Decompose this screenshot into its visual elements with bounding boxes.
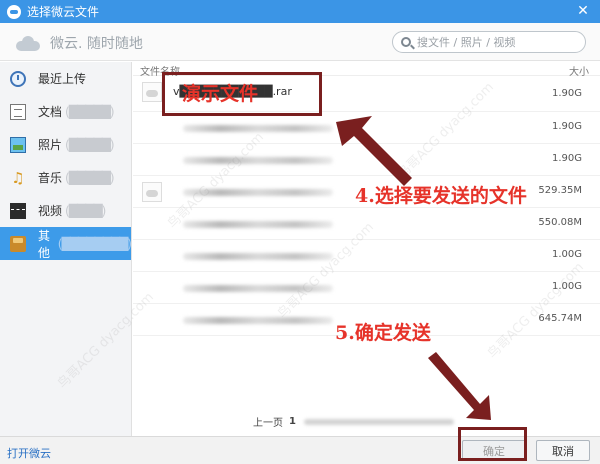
sidebar-item-count: (█████) [65,170,115,185]
current-page[interactable]: 1 [289,416,296,427]
open-weiyun-link[interactable]: 打开微云 [7,445,51,461]
search-box[interactable] [392,31,586,53]
step4-annotation: 4.选择要发送的文件 [355,185,527,207]
file-row[interactable]: 1.90G [133,112,600,144]
document-icon [10,103,26,120]
sidebar-item-count: (████) [65,203,106,218]
file-size: 645.74M [538,313,582,324]
step5-annotation: 5.确定发送 [335,322,431,344]
sidebar-item-music[interactable]: ♫ 音乐 (█████) [0,161,131,194]
prev-page-link[interactable]: 上一页 [253,414,283,429]
file-row[interactable]: 1.00G [133,240,600,272]
weiyun-logo-icon [7,4,21,19]
demo-file-annotation: 演示文件 [182,83,259,105]
cloud-logo-icon [14,35,42,51]
folder-icon [10,235,26,252]
file-size: 1.90G [551,153,582,164]
file-size: 1.90G [551,121,582,132]
blurred-file-name [183,285,333,292]
blurred-file-name [183,317,333,324]
sidebar-item-label: 最近上传 [38,72,87,86]
file-size: 529.35M [538,185,582,196]
blurred-file-name [183,253,333,260]
clock-icon [10,70,26,87]
sidebar-item-label: 文档 [38,105,63,119]
brand-slogan: 微云. 随时随地 [50,36,143,52]
sidebar-item-photos[interactable]: 照片 (█████) [0,128,131,161]
close-icon[interactable]: ✕ [574,2,592,20]
sidebar-item-other[interactable]: 其他 (████████) [0,227,132,260]
header: 微云. 随时随地 [0,23,600,61]
file-list: 文件名称 大小 v███████████.rar 1.90G 1.90G 1.9… [133,62,600,436]
confirm-highlight-box [458,427,527,461]
sidebar: 最近上传 文档 (█████) 照片 (█████) ♫ 音乐 (█████) … [0,62,132,436]
sidebar-item-label: 照片 [38,138,63,152]
title-bar: 选择微云文件 ✕ [0,0,600,23]
sidebar-item-label: 视频 [38,204,63,218]
brand: 微云. 随时随地 [14,33,143,53]
sidebar-item-label: 其他 [38,228,51,260]
search-input[interactable] [417,35,577,49]
blurred-file-name [183,189,333,196]
file-size: 1.00G [551,281,582,292]
image-icon [10,136,26,153]
file-size: 1.00G [551,249,582,260]
pagination: 上一页 1 [253,414,454,429]
file-size: 1.90G [551,88,582,99]
sidebar-item-count: (████████) [57,236,132,251]
file-row[interactable]: 550.08M [133,208,600,240]
blurred-file-name [183,221,333,228]
sidebar-item-documents[interactable]: 文档 (█████) [0,95,131,128]
file-row[interactable]: 1.90G [133,144,600,176]
sidebar-item-label: 音乐 [38,171,63,185]
blurred-page-links [303,418,454,425]
sidebar-item-count: (█████) [65,137,115,152]
sidebar-item-count: (█████) [65,104,115,119]
cancel-button[interactable]: 取消 [536,440,590,461]
file-thumbnail-icon [142,82,162,102]
file-size: 550.08M [538,217,582,228]
blurred-file-name [183,125,333,132]
video-icon [10,202,26,219]
blurred-file-name [183,157,333,164]
file-row[interactable]: 1.00G [133,272,600,304]
search-icon[interactable] [401,37,411,47]
window-title: 选择微云文件 [27,5,100,19]
music-icon: ♫ [11,168,25,187]
sidebar-item-video[interactable]: 视频 (████) [0,194,131,227]
file-thumbnail-icon [142,182,162,202]
sidebar-item-recent[interactable]: 最近上传 [0,62,131,95]
